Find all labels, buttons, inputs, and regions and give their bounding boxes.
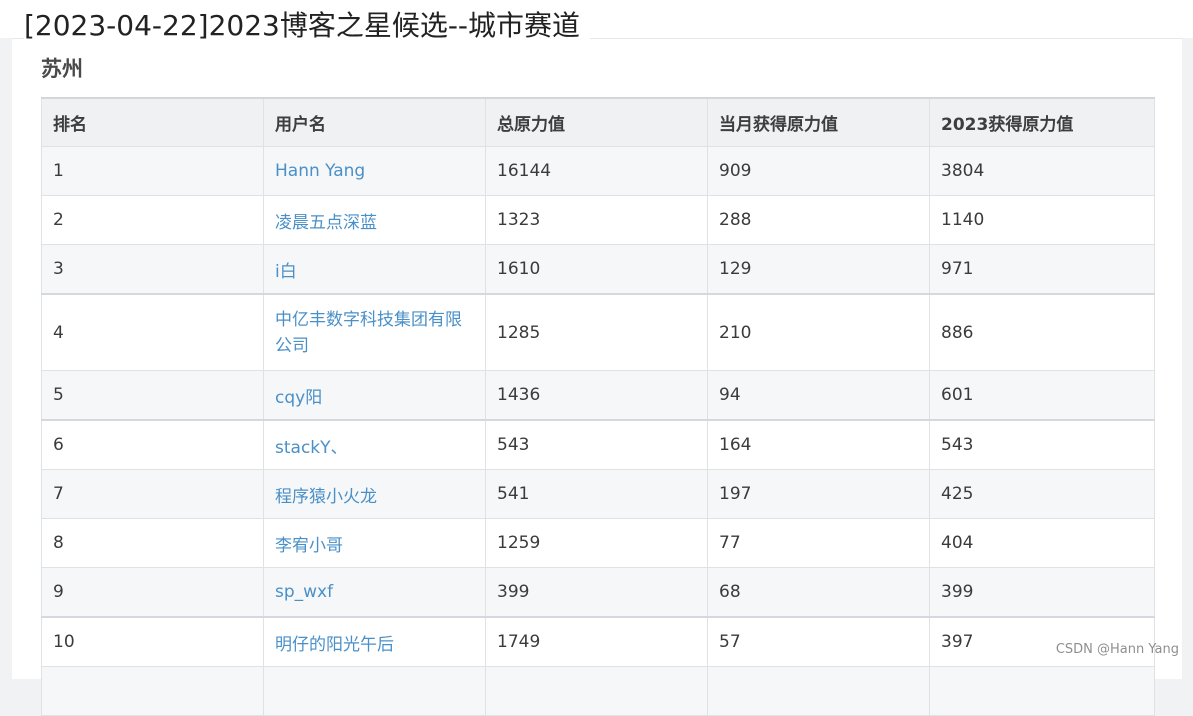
table-row: 9 sp_wxf 399 68 399 (42, 568, 1155, 618)
username-cell: 凌晨五点深蓝 (264, 196, 486, 245)
total-force-cell: 1436 (486, 371, 708, 421)
user-link[interactable]: cqy阳 (275, 388, 322, 408)
month-force-cell: 68 (708, 568, 930, 618)
user-link[interactable]: 中亿丰数字科技集团有限公司 (275, 310, 462, 356)
table-row: 10 明仔的阳光午后 1749 57 397 (42, 617, 1155, 667)
year-force-cell: 971 (930, 245, 1155, 295)
column-header-month-force: 当月获得原力值 (708, 98, 930, 147)
username-cell: 中亿丰数字科技集团有限公司 (264, 294, 486, 371)
column-header-username: 用户名 (264, 98, 486, 147)
watermark: CSDN @Hann Yang (1056, 642, 1179, 657)
total-force-cell: 543 (486, 420, 708, 470)
user-link[interactable]: 凌晨五点深蓝 (275, 213, 377, 233)
table-header-row: 排名 用户名 总原力值 当月获得原力值 2023获得原力值 (42, 98, 1155, 147)
total-force-cell: 1323 (486, 196, 708, 245)
rank-cell: 8 (42, 519, 264, 568)
month-force-cell: 197 (708, 470, 930, 519)
column-header-year-force: 2023获得原力值 (930, 98, 1155, 147)
rank-cell: 5 (42, 371, 264, 421)
total-force-cell: 1610 (486, 245, 708, 295)
year-force-cell (930, 667, 1155, 716)
username-cell: sp_wxf (264, 568, 486, 618)
total-force-cell (486, 667, 708, 716)
username-cell: 李宥小哥 (264, 519, 486, 568)
year-force-cell: 425 (930, 470, 1155, 519)
month-force-cell (708, 667, 930, 716)
rank-cell: 2 (42, 196, 264, 245)
total-force-cell: 16144 (486, 147, 708, 196)
total-force-cell: 1285 (486, 294, 708, 371)
table-row: 3 i白 1610 129 971 (42, 245, 1155, 295)
rank-cell: 10 (42, 617, 264, 667)
table-row: 2 凌晨五点深蓝 1323 288 1140 (42, 196, 1155, 245)
content-panel: 苏州 排名 用户名 总原力值 当月获得原力值 2023获得原力值 1 Hann … (12, 38, 1182, 679)
rank-cell: 7 (42, 470, 264, 519)
table-row: 7 程序猿小火龙 541 197 425 (42, 470, 1155, 519)
username-cell: cqy阳 (264, 371, 486, 421)
table-row: 5 cqy阳 1436 94 601 (42, 371, 1155, 421)
ranking-table: 排名 用户名 总原力值 当月获得原力值 2023获得原力值 1 Hann Yan… (41, 97, 1155, 716)
page-title: [2023-04-22]2023博客之星候选--城市赛道 (24, 6, 590, 42)
username-cell: 明仔的阳光午后 (264, 617, 486, 667)
table-row: 4 中亿丰数字科技集团有限公司 1285 210 886 (42, 294, 1155, 371)
column-header-rank: 排名 (42, 98, 264, 147)
rank-cell: 6 (42, 420, 264, 470)
column-header-total-force: 总原力值 (486, 98, 708, 147)
month-force-cell: 57 (708, 617, 930, 667)
year-force-cell: 886 (930, 294, 1155, 371)
table-row: 1 Hann Yang 16144 909 3804 (42, 147, 1155, 196)
year-force-cell: 1140 (930, 196, 1155, 245)
user-link[interactable]: 李宥小哥 (275, 536, 343, 556)
username-cell: 程序猿小火龙 (264, 470, 486, 519)
month-force-cell: 909 (708, 147, 930, 196)
year-force-cell: 399 (930, 568, 1155, 618)
rank-cell: 3 (42, 245, 264, 295)
month-force-cell: 210 (708, 294, 930, 371)
year-force-cell: 601 (930, 371, 1155, 421)
year-force-cell: 404 (930, 519, 1155, 568)
total-force-cell: 1259 (486, 519, 708, 568)
month-force-cell: 77 (708, 519, 930, 568)
year-force-cell: 543 (930, 420, 1155, 470)
table-row (42, 667, 1155, 716)
total-force-cell: 541 (486, 470, 708, 519)
rank-cell: 9 (42, 568, 264, 618)
user-link[interactable]: 明仔的阳光午后 (275, 635, 394, 655)
total-force-cell: 1749 (486, 617, 708, 667)
year-force-cell: 3804 (930, 147, 1155, 196)
username-cell: stackY、 (264, 420, 486, 470)
username-cell: Hann Yang (264, 147, 486, 196)
month-force-cell: 164 (708, 420, 930, 470)
user-link[interactable]: stackY、 (275, 438, 348, 458)
user-link[interactable]: Hann Yang (275, 161, 365, 181)
user-link[interactable]: i白 (275, 262, 297, 282)
user-link[interactable]: 程序猿小火龙 (275, 487, 377, 507)
table-row: 8 李宥小哥 1259 77 404 (42, 519, 1155, 568)
city-heading: 苏州 (41, 53, 83, 83)
month-force-cell: 94 (708, 371, 930, 421)
user-link[interactable]: sp_wxf (275, 582, 333, 602)
total-force-cell: 399 (486, 568, 708, 618)
month-force-cell: 288 (708, 196, 930, 245)
username-cell (264, 667, 486, 716)
table-row: 6 stackY、 543 164 543 (42, 420, 1155, 470)
rank-cell: 1 (42, 147, 264, 196)
rank-cell: 4 (42, 294, 264, 371)
month-force-cell: 129 (708, 245, 930, 295)
username-cell: i白 (264, 245, 486, 295)
rank-cell (42, 667, 264, 716)
